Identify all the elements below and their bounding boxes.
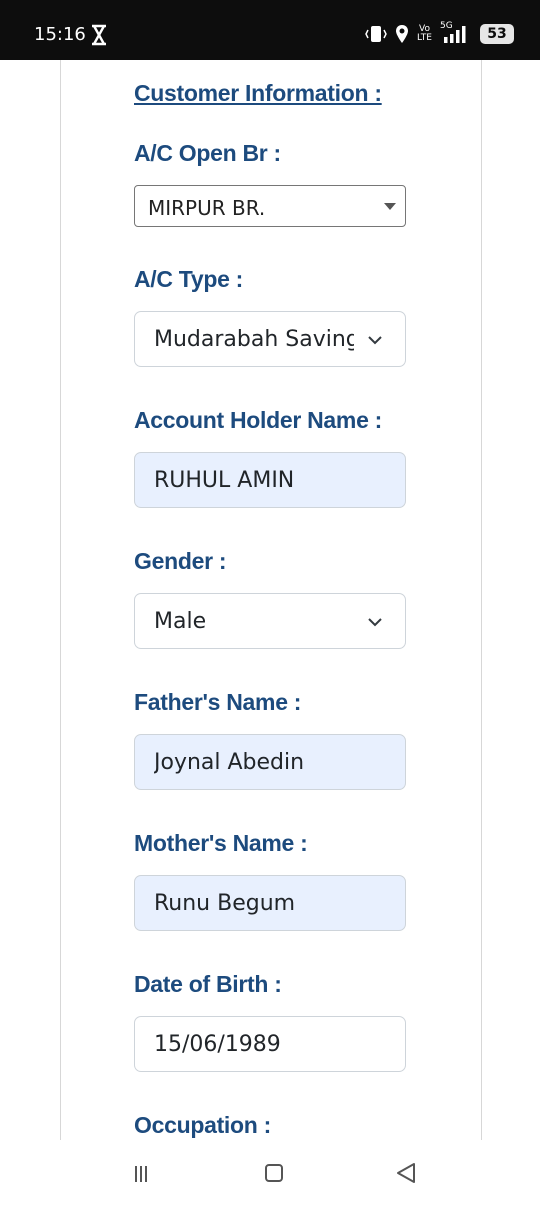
ac-open-br-value: MIRPUR BR.	[148, 196, 266, 220]
battery-indicator: 53	[480, 24, 514, 44]
occupation-label: Occupation :	[134, 1112, 271, 1138]
vibrate-icon	[365, 26, 387, 42]
ac-open-br-select[interactable]: MIRPUR BR.	[134, 185, 406, 227]
ac-type-value: Mudarabah Saving	[154, 327, 354, 352]
chevron-down-icon	[368, 336, 382, 345]
recent-apps-icon[interactable]	[131, 1164, 151, 1184]
volte-bottom-text: LTE	[417, 33, 432, 43]
mothers-name-label: Mother's Name :	[134, 830, 308, 856]
home-icon[interactable]	[265, 1164, 283, 1182]
signal-icon: 5G	[440, 21, 472, 44]
fathers-name-label: Father's Name :	[134, 689, 302, 715]
mothers-name-input[interactable]: Runu Begum	[134, 875, 406, 931]
system-nav-bar	[0, 1140, 540, 1206]
ac-type-label: A/C Type :	[134, 266, 244, 292]
account-holder-name-input[interactable]: RUHUL AMIN	[134, 452, 406, 508]
mothers-name-value: Runu Begum	[154, 891, 296, 916]
chevron-down-icon	[368, 618, 382, 627]
gender-select[interactable]: Male	[134, 593, 406, 649]
fathers-name-value: Joynal Abedin	[154, 750, 305, 775]
account-holder-name-value: RUHUL AMIN	[154, 468, 295, 493]
status-time: 15:16	[34, 24, 86, 45]
gender-value: Male	[154, 609, 207, 634]
back-icon[interactable]	[396, 1162, 416, 1184]
section-title: Customer Information :	[134, 80, 382, 106]
fathers-name-input[interactable]: Joynal Abedin	[134, 734, 406, 790]
location-icon	[396, 25, 409, 43]
status-bar: 15:16 Vo LTE 5G 53	[0, 0, 540, 60]
date-of-birth-value: 15/06/1989	[154, 1032, 281, 1057]
account-holder-name-label: Account Holder Name :	[134, 407, 383, 433]
gender-label: Gender :	[134, 548, 227, 574]
ac-open-br-label: A/C Open Br :	[134, 140, 281, 166]
date-of-birth-label: Date of Birth :	[134, 971, 282, 997]
date-of-birth-input[interactable]: 15/06/1989	[134, 1016, 406, 1072]
status-icons: Vo LTE 5G 53	[365, 21, 514, 46]
dropdown-arrow-icon	[384, 203, 396, 210]
ac-type-select[interactable]: Mudarabah Saving	[134, 311, 406, 367]
volte-indicator: Vo LTE	[417, 25, 432, 43]
hourglass-icon	[92, 24, 106, 46]
